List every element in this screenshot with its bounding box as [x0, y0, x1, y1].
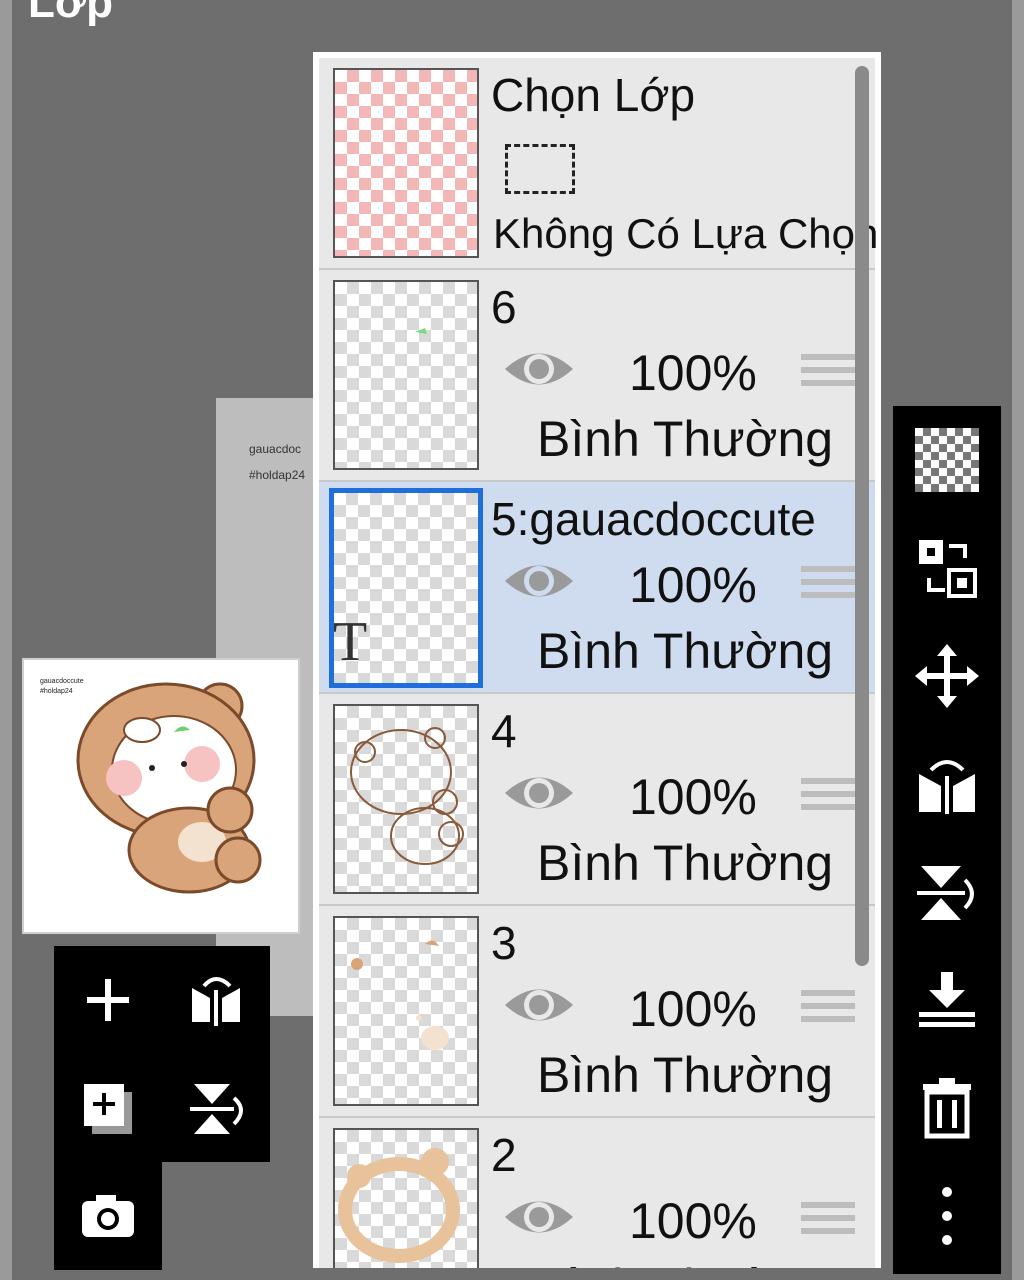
- drag-handle-icon[interactable]: [801, 354, 855, 398]
- visibility-eye-icon[interactable]: [501, 768, 577, 823]
- layer-row[interactable]: 3 100% Bình Thường: [319, 906, 875, 1118]
- visibility-eye-icon[interactable]: [501, 980, 577, 1035]
- add-copy-icon[interactable]: [68, 1068, 148, 1148]
- left-toolbar-extra: [54, 1162, 162, 1270]
- layer-row[interactable]: 4 100% Bình Thường: [319, 694, 875, 906]
- transparency-icon[interactable]: [907, 420, 987, 500]
- selection-thumbnail: [333, 68, 479, 258]
- selection-title: Chọn Lớp: [491, 69, 696, 121]
- layer-thumbnail: [333, 280, 479, 470]
- layer-row[interactable]: 2 100% Bình Thường: [319, 1118, 875, 1268]
- layer-name: 3: [491, 917, 517, 969]
- flip-vertical-icon[interactable]: [907, 852, 987, 932]
- selection-status: Không Có Lựa Chọn: [493, 210, 879, 257]
- right-toolbar: [893, 406, 1001, 1274]
- flip-vertical-icon[interactable]: [176, 1068, 256, 1148]
- drag-handle-icon[interactable]: [801, 566, 855, 610]
- drag-handle-icon[interactable]: [801, 990, 855, 1034]
- camera-icon[interactable]: [68, 1176, 148, 1256]
- selection-row[interactable]: Chọn Lớp Không Có Lựa Chọn: [319, 58, 879, 270]
- blend-mode[interactable]: Bình Thường: [537, 834, 833, 892]
- layer-row[interactable]: 6 100% Bình Thường: [319, 270, 875, 482]
- visibility-eye-icon[interactable]: [501, 344, 577, 399]
- blend-mode[interactable]: Bình Thường: [537, 622, 833, 680]
- flip-horizontal-icon[interactable]: [176, 960, 256, 1040]
- visibility-eye-icon[interactable]: [501, 556, 577, 611]
- page-title: Lớp: [28, 0, 114, 27]
- left-frame: [0, 0, 12, 1280]
- layer-preview: gauacdoccute #holdap24: [22, 658, 300, 934]
- layer-thumbnail: [333, 1128, 479, 1268]
- canvas-hashtag: #holdap24: [249, 468, 306, 482]
- layer-name: 5:gauacdoccute: [491, 493, 816, 545]
- move-icon[interactable]: [907, 636, 987, 716]
- layer-opacity[interactable]: 100%: [629, 768, 757, 826]
- layer-scrollbar[interactable]: [855, 66, 869, 966]
- layer-row-selected[interactable]: T 5:gauacdoccute 100% Bình Thường: [319, 482, 875, 694]
- blend-mode[interactable]: Bình Thường: [537, 1258, 833, 1268]
- visibility-eye-icon[interactable]: [501, 1192, 577, 1247]
- text-layer-badge: T: [333, 611, 368, 673]
- swap-layers-icon[interactable]: [907, 528, 987, 608]
- flip-horizontal-icon[interactable]: [907, 744, 987, 824]
- add-layer-icon[interactable]: [68, 960, 148, 1040]
- more-icon[interactable]: [907, 1176, 987, 1256]
- selection-marquee-icon: [505, 144, 575, 194]
- layer-name: 6: [491, 281, 517, 333]
- blend-mode[interactable]: Bình Thường: [537, 1046, 833, 1104]
- layer-list[interactable]: Chọn Lớp Không Có Lựa Chọn 6 100% Bình T…: [319, 58, 879, 1268]
- layer-thumbnail: [333, 916, 479, 1106]
- canvas-text: gauacdoc: [249, 442, 302, 456]
- layer-opacity[interactable]: 100%: [629, 980, 757, 1038]
- layer-thumbnail: [333, 704, 479, 894]
- drag-handle-icon[interactable]: [801, 1202, 855, 1246]
- blend-mode[interactable]: Bình Thường: [537, 410, 833, 468]
- left-toolbar: [54, 946, 270, 1162]
- layer-panel: Chọn Lớp Không Có Lựa Chọn 6 100% Bình T…: [313, 52, 881, 1268]
- right-frame: [1012, 0, 1024, 1280]
- bear-illustration: [76, 682, 262, 894]
- layer-name: 4: [491, 705, 517, 757]
- layer-opacity[interactable]: 100%: [629, 556, 757, 614]
- drag-handle-icon[interactable]: [801, 778, 855, 822]
- delete-icon[interactable]: [907, 1068, 987, 1148]
- layer-opacity[interactable]: 100%: [629, 1192, 757, 1250]
- layer-name: 2: [491, 1129, 517, 1181]
- layer-opacity[interactable]: 100%: [629, 344, 757, 402]
- merge-down-icon[interactable]: [907, 960, 987, 1040]
